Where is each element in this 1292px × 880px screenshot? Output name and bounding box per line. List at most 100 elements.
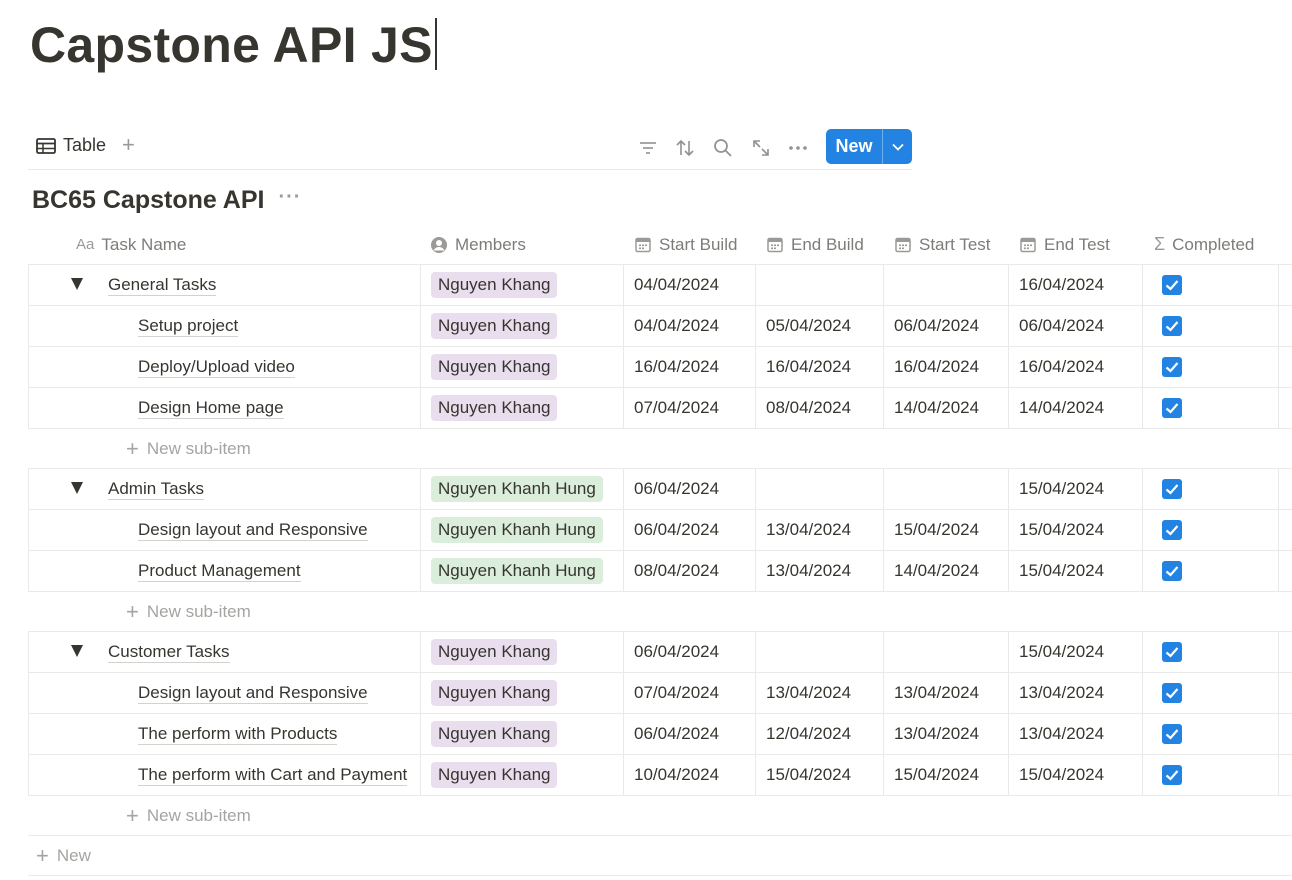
completed-checkbox[interactable] <box>1162 561 1182 581</box>
completed-cell[interactable] <box>1142 347 1278 387</box>
column-header-task-name[interactable]: Aa Task Name <box>76 224 186 265</box>
new-dropdown-button[interactable] <box>883 143 912 151</box>
members-cell[interactable]: Nguyen Khang <box>420 306 623 346</box>
start-build-cell[interactable]: 07/04/2024 <box>623 388 755 428</box>
task-name[interactable]: Design layout and Responsive <box>138 683 368 704</box>
task-name-cell[interactable]: The perform with Cart and Payment <box>28 755 420 795</box>
completed-cell[interactable] <box>1142 632 1278 672</box>
start-test-cell[interactable] <box>883 469 1008 509</box>
new-button[interactable]: New <box>826 129 912 164</box>
completed-checkbox[interactable] <box>1162 765 1182 785</box>
task-name[interactable]: General Tasks <box>108 275 217 296</box>
table-row[interactable]: Design layout and Responsive Nguyen Khanh… <box>28 510 1292 551</box>
filter-icon[interactable] <box>637 137 659 159</box>
start-build-cell[interactable]: 04/04/2024 <box>623 265 755 305</box>
toggle-triangle-icon[interactable] <box>71 278 83 290</box>
end-test-cell[interactable]: 15/04/2024 <box>1008 632 1142 672</box>
completed-cell[interactable] <box>1142 755 1278 795</box>
table-row[interactable]: The perform with Cart and Payment Nguyen … <box>28 755 1292 796</box>
new-sub-item-row[interactable]: + New sub-item <box>28 429 1292 469</box>
members-cell[interactable]: Nguyen Khang <box>420 673 623 713</box>
start-build-cell[interactable]: 07/04/2024 <box>623 673 755 713</box>
task-name-cell[interactable]: Deploy/Upload video <box>28 347 420 387</box>
task-name[interactable]: Design layout and Responsive <box>138 520 368 541</box>
table-row[interactable]: Design layout and Responsive Nguyen Khang… <box>28 673 1292 714</box>
expand-icon[interactable] <box>750 137 772 159</box>
members-cell[interactable]: Nguyen Khanh Hung <box>420 510 623 550</box>
column-header-members[interactable]: Members <box>430 224 526 265</box>
start-build-cell[interactable]: 06/04/2024 <box>623 469 755 509</box>
new-sub-item-row[interactable]: + New sub-item <box>28 592 1292 632</box>
task-name-cell[interactable]: Design layout and Responsive <box>28 510 420 550</box>
task-name[interactable]: Product Management <box>138 561 301 582</box>
task-name-cell[interactable]: Product Management <box>28 551 420 591</box>
start-build-cell[interactable]: 04/04/2024 <box>623 306 755 346</box>
completed-cell[interactable] <box>1142 714 1278 754</box>
database-more-icon[interactable]: ··· <box>278 186 301 209</box>
end-build-cell[interactable] <box>755 265 883 305</box>
toggle-triangle-icon[interactable] <box>71 482 83 494</box>
completed-cell[interactable] <box>1142 265 1278 305</box>
completed-checkbox[interactable] <box>1162 479 1182 499</box>
completed-cell[interactable] <box>1142 673 1278 713</box>
start-build-cell[interactable]: 10/04/2024 <box>623 755 755 795</box>
members-cell[interactable]: Nguyen Khang <box>420 347 623 387</box>
end-build-cell[interactable]: 13/04/2024 <box>755 673 883 713</box>
start-build-cell[interactable]: 06/04/2024 <box>623 632 755 672</box>
end-build-cell[interactable]: 15/04/2024 <box>755 755 883 795</box>
new-sub-item-row[interactable]: + New sub-item <box>28 796 1292 836</box>
members-cell[interactable]: Nguyen Khang <box>420 265 623 305</box>
members-cell[interactable]: Nguyen Khang <box>420 388 623 428</box>
table-row[interactable]: The perform with Products Nguyen Khang 06/… <box>28 714 1292 755</box>
task-name[interactable]: The perform with Cart and Payment <box>138 765 408 786</box>
task-name-cell[interactable]: Setup project <box>28 306 420 346</box>
sort-icon[interactable] <box>674 137 696 159</box>
completed-checkbox[interactable] <box>1162 357 1182 377</box>
more-icon[interactable] <box>787 137 809 159</box>
completed-cell[interactable] <box>1142 551 1278 591</box>
end-build-cell[interactable] <box>755 469 883 509</box>
database-title[interactable]: BC65 Capstone API ··· <box>32 186 301 215</box>
new-row[interactable]: + New <box>28 836 1292 876</box>
column-header-start-build[interactable]: Start Build <box>634 224 737 265</box>
column-header-start-test[interactable]: Start Test <box>894 224 991 265</box>
end-test-cell[interactable]: 14/04/2024 <box>1008 388 1142 428</box>
start-test-cell[interactable]: 15/04/2024 <box>883 755 1008 795</box>
completed-checkbox[interactable] <box>1162 642 1182 662</box>
column-header-end-build[interactable]: End Build <box>766 224 864 265</box>
task-name[interactable]: Deploy/Upload video <box>138 357 295 378</box>
start-build-cell[interactable]: 08/04/2024 <box>623 551 755 591</box>
task-name-cell[interactable]: The perform with Products <box>28 714 420 754</box>
table-row[interactable]: Design Home page Nguyen Khang 07/04/2024 08… <box>28 388 1292 429</box>
end-test-cell[interactable]: 15/04/2024 <box>1008 510 1142 550</box>
end-test-cell[interactable]: 13/04/2024 <box>1008 673 1142 713</box>
group-row[interactable]: General Tasks Nguyen Khang 04/04/2024 16/04… <box>28 265 1292 306</box>
end-test-cell[interactable]: 16/04/2024 <box>1008 347 1142 387</box>
page-title[interactable]: Capstone API JS <box>30 14 437 76</box>
end-build-cell[interactable]: 05/04/2024 <box>755 306 883 346</box>
members-cell[interactable]: Nguyen Khang <box>420 632 623 672</box>
task-name-cell[interactable]: Customer Tasks <box>28 632 420 672</box>
column-header-end-test[interactable]: End Test <box>1019 224 1110 265</box>
completed-cell[interactable] <box>1142 388 1278 428</box>
completed-checkbox[interactable] <box>1162 275 1182 295</box>
end-build-cell[interactable]: 16/04/2024 <box>755 347 883 387</box>
end-build-cell[interactable]: 13/04/2024 <box>755 510 883 550</box>
end-test-cell[interactable]: 15/04/2024 <box>1008 551 1142 591</box>
task-name[interactable]: Admin Tasks <box>108 479 205 500</box>
completed-cell[interactable] <box>1142 306 1278 346</box>
tab-table-view[interactable]: Table <box>36 135 106 156</box>
task-name-cell[interactable]: Admin Tasks <box>28 469 420 509</box>
task-name[interactable]: Customer Tasks <box>108 642 230 663</box>
members-cell[interactable]: Nguyen Khanh Hung <box>420 551 623 591</box>
end-test-cell[interactable]: 06/04/2024 <box>1008 306 1142 346</box>
start-test-cell[interactable]: 06/04/2024 <box>883 306 1008 346</box>
start-test-cell[interactable]: 15/04/2024 <box>883 510 1008 550</box>
completed-checkbox[interactable] <box>1162 724 1182 744</box>
task-name-cell[interactable]: Design layout and Responsive <box>28 673 420 713</box>
members-cell[interactable]: Nguyen Khang <box>420 755 623 795</box>
completed-checkbox[interactable] <box>1162 520 1182 540</box>
task-name-cell[interactable]: General Tasks <box>28 265 420 305</box>
table-row[interactable]: Product Management Nguyen Khanh Hung 08/04… <box>28 551 1292 592</box>
end-test-cell[interactable]: 16/04/2024 <box>1008 265 1142 305</box>
